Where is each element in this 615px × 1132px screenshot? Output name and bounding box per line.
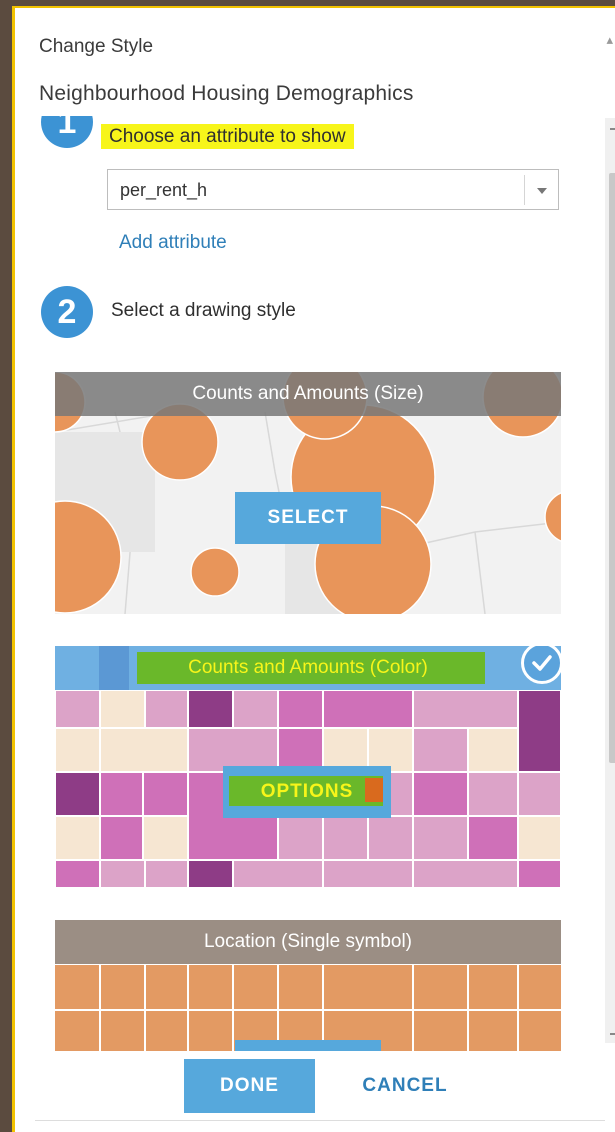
panel-title: Change Style <box>39 36 154 57</box>
style-card-size[interactable]: Counts and Amounts (Size) SELECT <box>55 372 561 614</box>
style-card-size-title: Counts and Amounts (Size) <box>55 372 561 416</box>
select-divider <box>524 175 525 205</box>
scrollbar-thumb[interactable] <box>609 173 615 763</box>
options-button-label: OPTIONS <box>260 781 354 802</box>
layer-name: Neighbourhood Housing Demographics <box>39 82 414 105</box>
scroll-down-icon[interactable] <box>610 1033 615 1035</box>
change-style-panel: Change Style ▴ Neighbourhood Housing Dem… <box>12 6 615 1132</box>
step-1-badge: 1 <box>41 116 93 148</box>
footer-divider <box>35 1120 605 1121</box>
checkmark-icon <box>532 655 552 671</box>
selected-check-icon <box>521 646 561 684</box>
options-button[interactable]: OPTIONS <box>223 766 391 818</box>
select-button[interactable]: SELECT <box>235 492 381 544</box>
style-card-color[interactable]: Counts and Amounts (Color) OPTIONS <box>55 646 561 888</box>
add-attribute-link[interactable]: Add attribute <box>119 232 227 254</box>
done-button[interactable]: DONE <box>184 1059 315 1113</box>
style-card-single-symbol-title: Location (Single symbol) <box>203 931 413 952</box>
step-2-badge: 2 <box>41 286 93 338</box>
attribute-select-value: per_rent_h <box>120 180 208 200</box>
chevron-down-icon[interactable] <box>537 188 547 194</box>
step-2-label: Select a drawing style <box>111 300 296 321</box>
style-card-color-title: Counts and Amounts (Color) <box>188 657 428 678</box>
attribute-select[interactable]: per_rent_h <box>107 169 559 210</box>
style-card-single-symbol[interactable]: Location (Single symbol) <box>55 920 561 1051</box>
collapse-icon[interactable]: ▴ <box>606 32 613 48</box>
step-1-label: Choose an attribute to show <box>101 124 354 149</box>
style-options-scroll-area: 1 Choose an attribute to show per_rent_h… <box>15 116 603 1051</box>
scroll-up-icon[interactable] <box>610 128 615 130</box>
step-1-label-text: Choose an attribute to show <box>101 124 354 149</box>
cancel-button[interactable]: CANCEL <box>345 1059 465 1113</box>
